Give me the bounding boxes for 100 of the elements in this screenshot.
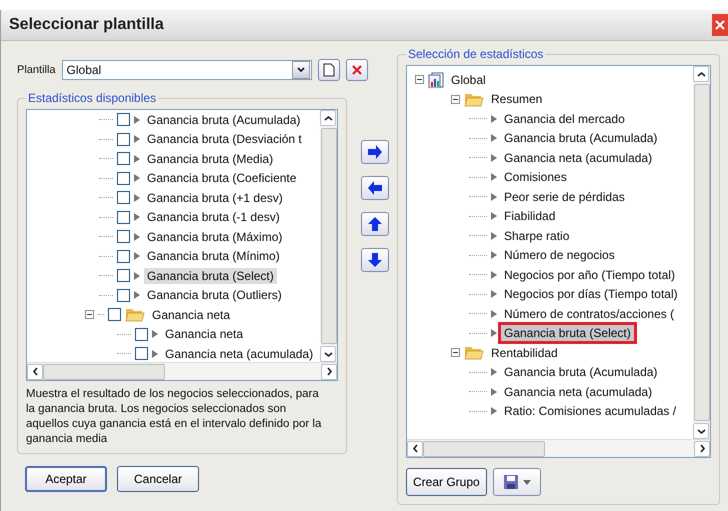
statistic-item[interactable]: Ganancia neta (acumulada) (501, 384, 656, 400)
checkbox[interactable] (117, 113, 130, 126)
create-group-button[interactable]: Crear Grupo (406, 468, 487, 496)
checkbox[interactable] (117, 132, 130, 146)
document-icon (322, 63, 335, 77)
statistic-item[interactable]: Ganancia neta (acumulada) (162, 346, 316, 362)
statistic-item[interactable]: Ganancia neta (162, 326, 246, 342)
scroll-left-button[interactable] (407, 440, 423, 456)
checkbox[interactable] (117, 288, 130, 302)
triangle-icon (491, 154, 497, 162)
triangle-icon (134, 252, 140, 260)
horizontal-scrollbar[interactable] (27, 362, 337, 380)
triangle-icon (491, 232, 497, 240)
group-title: Estadísticos disponibles (27, 91, 158, 105)
statistic-item[interactable]: Ratio: Comisiones acumuladas / (501, 403, 680, 420)
statistic-item[interactable]: Ganancia bruta (Acumulada) (144, 112, 304, 128)
triangle-icon (134, 194, 140, 202)
folder-item[interactable]: Rentabilidad (488, 344, 561, 361)
arrow-right-icon (366, 143, 384, 161)
chevron-down-icon (324, 350, 332, 358)
triangle-icon (134, 291, 140, 300)
scroll-down-button[interactable] (693, 423, 709, 439)
accept-button[interactable]: Aceptar (25, 466, 107, 492)
checkbox[interactable] (135, 328, 148, 341)
minus-icon[interactable] (415, 75, 424, 84)
horizontal-scrollbar[interactable] (407, 439, 710, 457)
checkbox[interactable] (117, 269, 130, 282)
statistic-item[interactable]: Negocios por días (Tiempo total) (501, 286, 681, 302)
triangle-icon (491, 192, 497, 201)
statistic-item[interactable]: Ganancia bruta (Media) (144, 150, 276, 167)
statistic-item[interactable]: Ganancia bruta (Máximo) (144, 228, 286, 245)
chevron-down-icon (696, 426, 706, 436)
dropdown-arrow-button[interactable] (292, 61, 310, 79)
statistic-item[interactable]: Sharpe ratio (501, 228, 572, 244)
chevron-down-icon (296, 67, 305, 73)
move-down-button[interactable] (361, 248, 389, 272)
checkbox[interactable] (117, 210, 130, 224)
scroll-up-button[interactable] (320, 110, 336, 126)
statistic-item[interactable]: Ganancia bruta (+1 desv) (144, 190, 286, 206)
statistic-item[interactable]: Número de contratos/acciones ( (501, 306, 678, 322)
description-text: Muestra el resultado de los negocios seleccionados, para la ganancia bruta. Los negocios seleccionados son aquellos cuya ganancia está en el intervalo definido por la ganancia media (26, 387, 322, 447)
template-dropdown[interactable]: Global (62, 60, 312, 80)
save-dropdown-button[interactable] (492, 468, 541, 496)
statistic-item[interactable]: Ganancia bruta (Outliers) (144, 287, 285, 304)
minus-icon[interactable] (451, 348, 460, 358)
chevron-left-icon (410, 444, 420, 453)
statistic-item[interactable]: Fiabilidad (501, 208, 558, 224)
statistic-item[interactable]: Ganancia bruta (-1 desv) (144, 209, 283, 226)
statistic-item[interactable]: Número de negocios (501, 247, 618, 264)
triangle-icon (491, 368, 497, 376)
minus-icon[interactable] (85, 310, 94, 320)
checkbox[interactable] (117, 250, 130, 263)
statistic-item[interactable]: Ganancia bruta (Mínimo) (144, 248, 283, 264)
checkbox[interactable] (117, 172, 130, 185)
new-document-button[interactable] (318, 59, 340, 81)
statistic-item[interactable]: Ganancia bruta (Acumulada) (501, 364, 660, 380)
scroll-up-button[interactable] (693, 66, 709, 82)
cancel-button[interactable]: Cancelar (117, 466, 199, 492)
scroll-right-button[interactable] (321, 364, 337, 380)
close-button[interactable] (712, 14, 728, 36)
statistic-item[interactable]: Ganancia neta (acumulada) (501, 150, 656, 166)
chevron-right-icon (324, 367, 334, 376)
statistic-item[interactable]: Negocios por año (Tiempo total) (501, 266, 678, 283)
chevron-right-icon (698, 444, 706, 453)
checkbox[interactable] (117, 152, 130, 166)
vertical-scrollbar[interactable] (693, 66, 710, 439)
folder-icon (464, 92, 484, 107)
close-icon (715, 20, 725, 30)
chart-document-icon (428, 72, 444, 88)
add-button[interactable] (361, 140, 389, 164)
root-item[interactable]: Global (448, 72, 489, 88)
statistic-item[interactable]: Ganancia del mercado (501, 110, 628, 127)
caret-down-icon (522, 480, 531, 484)
triangle-icon (134, 154, 140, 163)
scroll-down-button[interactable] (320, 346, 336, 362)
statistic-item[interactable]: Comisiones (501, 169, 570, 186)
checkbox[interactable] (108, 308, 121, 322)
remove-button[interactable] (361, 176, 389, 200)
checkbox[interactable] (117, 230, 130, 244)
triangle-icon (491, 388, 497, 396)
scroll-left-button[interactable] (27, 364, 43, 380)
folder-item[interactable]: Ganancia neta (149, 306, 234, 323)
statistic-item[interactable]: Ganancia bruta (Acumulada) (501, 130, 660, 146)
chevron-up-icon (696, 70, 706, 78)
statistic-item[interactable]: Ganancia bruta (Select) (144, 268, 277, 284)
minus-icon[interactable] (451, 94, 460, 104)
triangle-icon (491, 173, 497, 182)
group-title: Selección de estadísticos (407, 47, 544, 61)
statistic-item[interactable]: Ganancia bruta (Coeficiente (144, 170, 300, 186)
statistic-item[interactable]: Peor serie de pérdidas (501, 188, 628, 205)
scroll-right-button[interactable] (694, 440, 710, 456)
delete-button[interactable] (346, 59, 368, 81)
folder-item[interactable]: Resumen (488, 91, 546, 108)
statistic-item[interactable]: Ganancia bruta (Select) (501, 325, 634, 342)
statistic-item[interactable]: Ganancia bruta (Desviación t (144, 131, 305, 148)
checkbox[interactable] (135, 347, 148, 360)
move-up-button[interactable] (361, 212, 389, 236)
vertical-scrollbar[interactable] (320, 110, 337, 362)
arrow-down-icon (366, 251, 384, 269)
checkbox[interactable] (117, 191, 130, 204)
